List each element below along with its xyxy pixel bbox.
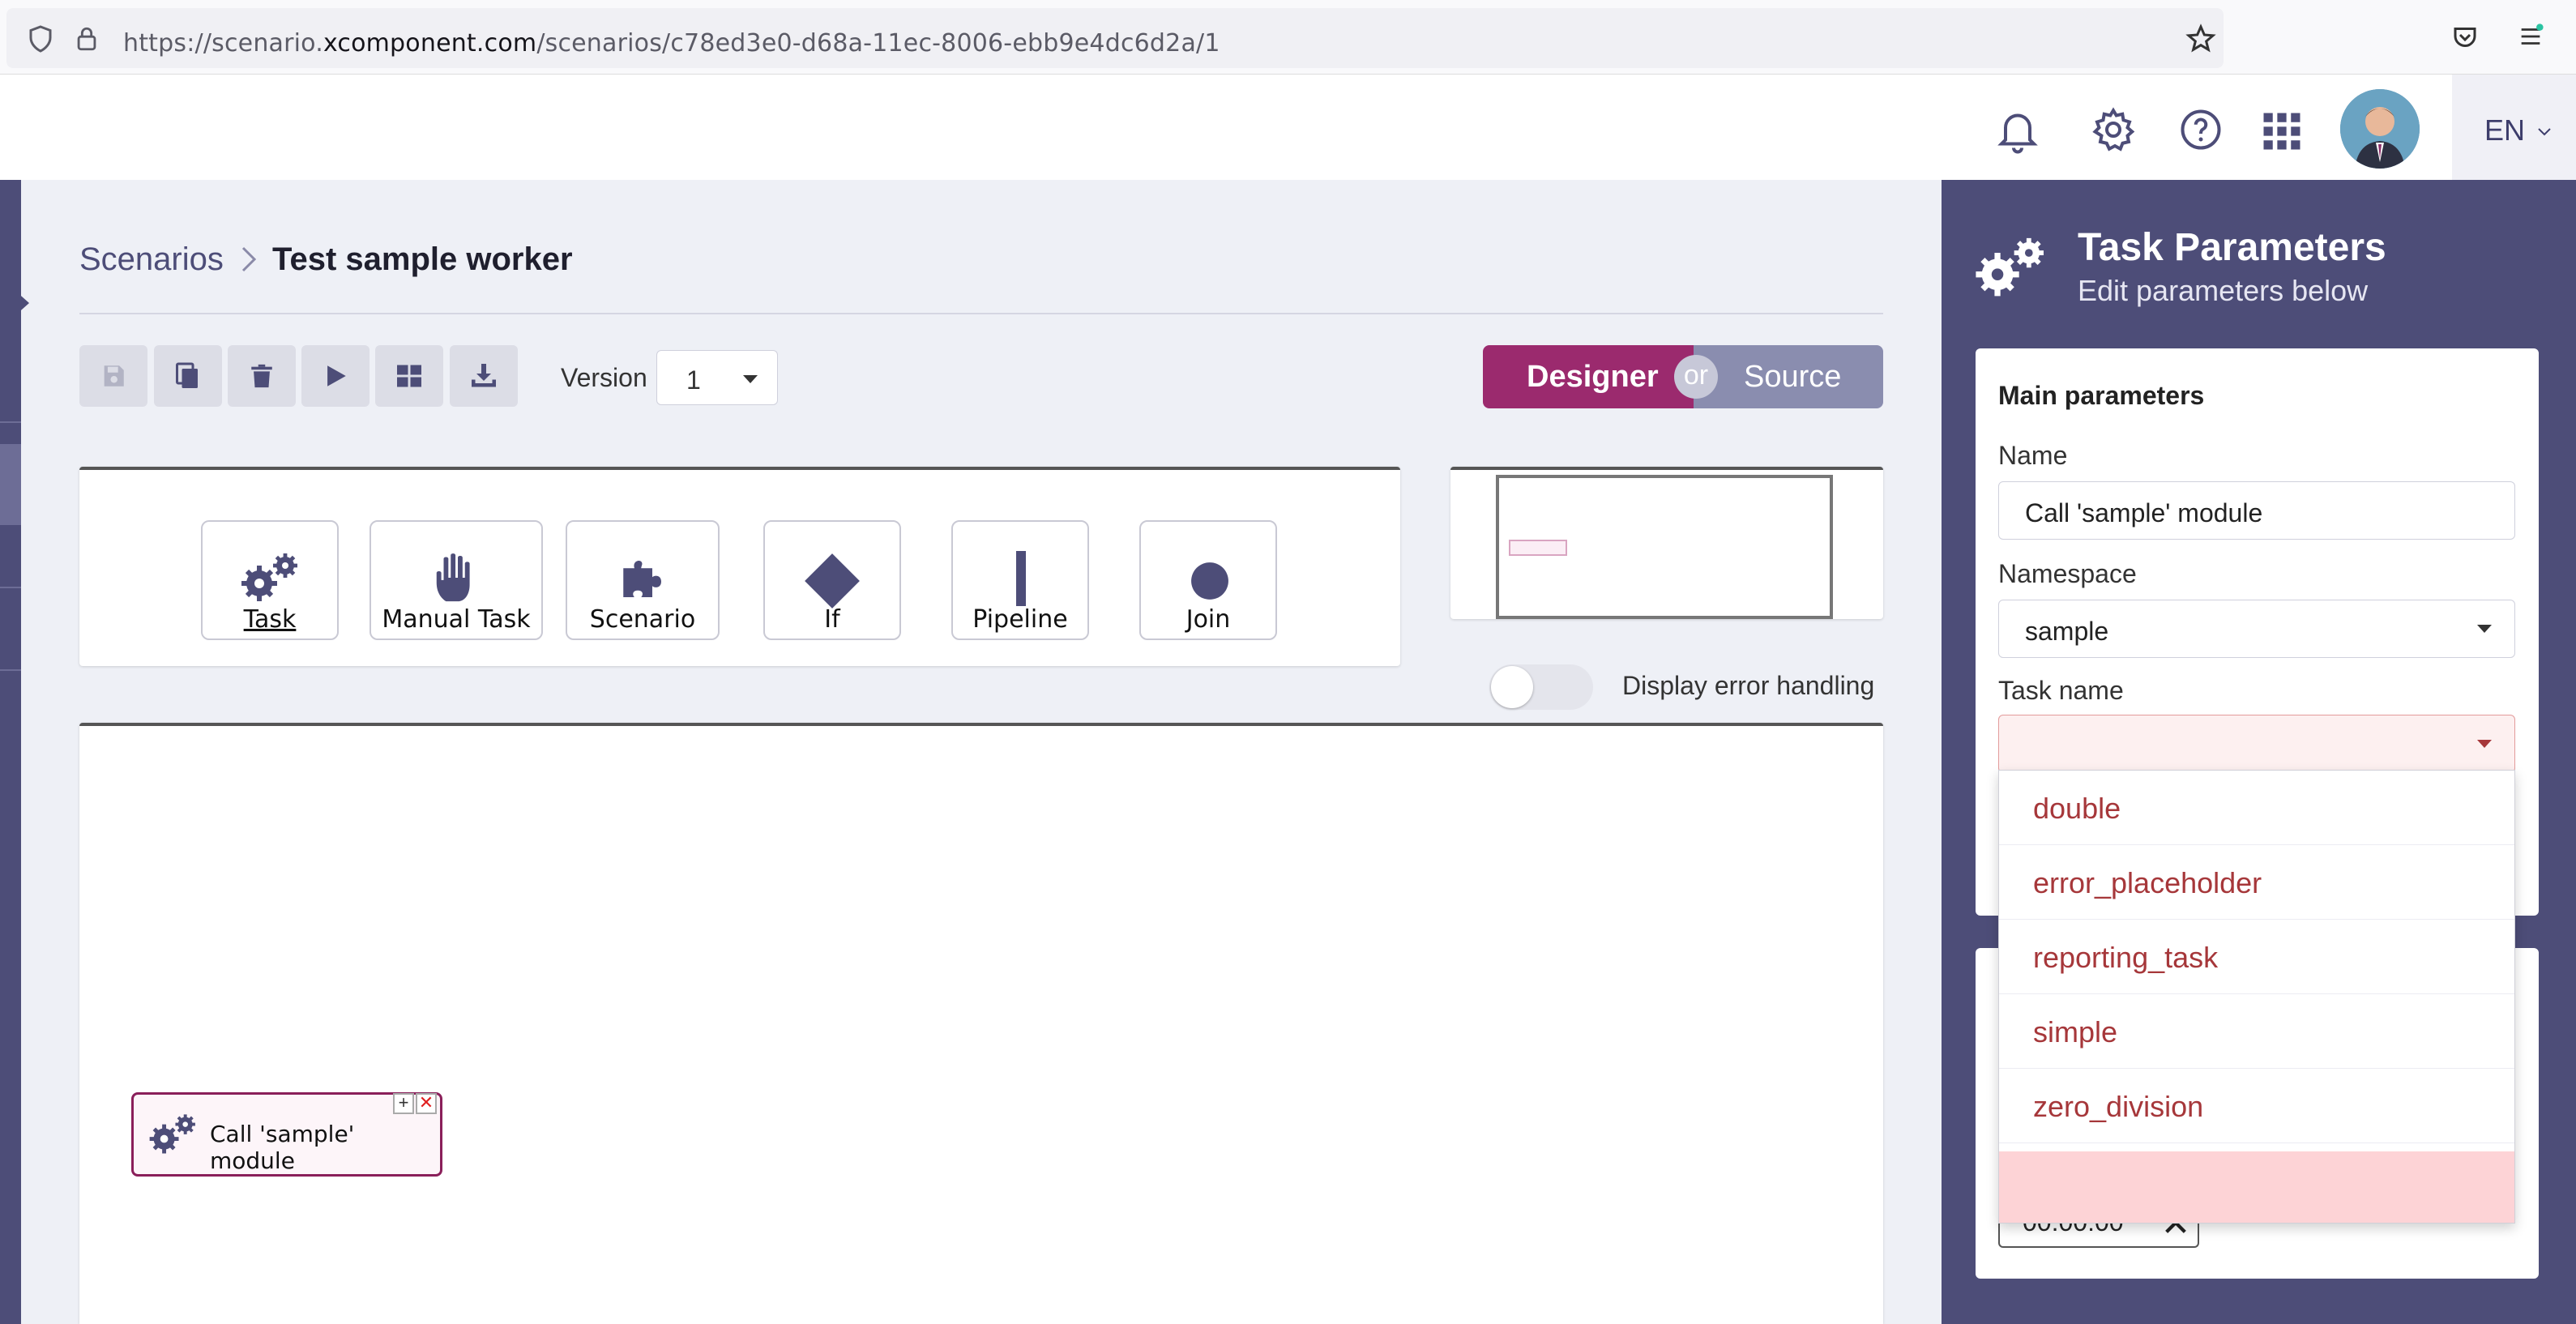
designer-canvas[interactable] (79, 723, 1883, 1324)
caret-down-icon (2477, 625, 2492, 633)
lock-icon (77, 27, 96, 51)
palette-item-task[interactable]: Task (201, 520, 339, 640)
error-handling-label: Display error handling (1622, 671, 1875, 700)
sidebar-divider (0, 421, 21, 423)
version-select[interactable]: 1 (656, 350, 778, 405)
dropdown-option[interactable]: simple (1999, 994, 2514, 1069)
puzzle-icon (623, 560, 661, 597)
sidebar-item-selected[interactable] (0, 444, 21, 525)
panel-subtitle: Edit parameters below (2078, 274, 2369, 307)
hand-icon (436, 553, 470, 602)
or-separator: or (1674, 355, 1718, 399)
divider (79, 313, 1883, 314)
palette-label: Task (243, 605, 297, 634)
source-button[interactable]: Source (1694, 345, 1883, 408)
copy-button[interactable] (154, 345, 222, 407)
download-icon (472, 364, 496, 387)
task-name-dropdown: double error_placeholder reporting_task … (1998, 770, 2515, 1224)
namespace-select[interactable]: sample (1998, 600, 2515, 658)
palette-label: Pipeline (972, 605, 1068, 634)
toggle-knob (1491, 666, 1533, 708)
gears-icon (149, 1114, 195, 1154)
palette-item-pipeline[interactable]: Pipeline (951, 520, 1089, 640)
sidebar-divider (0, 669, 21, 671)
name-label: Name (1998, 441, 2068, 470)
sidebar-divider (0, 504, 21, 506)
palette-item-if[interactable]: If (763, 520, 901, 640)
version-label: Version (561, 363, 647, 392)
component-palette: Task Manual Task Scenario If Pipeline Jo… (79, 467, 1400, 666)
palette-label: If (824, 605, 840, 634)
task-name-select[interactable] (1998, 715, 2515, 773)
node-label: Call 'sample' module (210, 1121, 355, 1174)
diamond-icon (805, 553, 860, 609)
trash-icon (251, 364, 272, 388)
layout-button[interactable] (375, 345, 443, 407)
dropdown-option[interactable]: zero_division (1999, 1069, 2514, 1143)
node-close-icon[interactable]: ✕ (416, 1093, 437, 1114)
dropdown-option[interactable]: error_placeholder (1999, 845, 2514, 920)
menu-icon[interactable] (2517, 23, 2544, 50)
run-button[interactable] (301, 345, 370, 407)
breadcrumb-chevron-icon (241, 246, 257, 272)
language-label: EN (2484, 113, 2526, 147)
play-icon (327, 365, 346, 387)
palette-label: Manual Task (382, 605, 531, 634)
circle-icon (1191, 562, 1228, 600)
pipeline-bar-icon (1016, 551, 1026, 606)
bell-icon[interactable] (1993, 105, 2042, 154)
save-button[interactable] (79, 345, 147, 407)
dropdown-option[interactable]: double (1999, 771, 2514, 845)
node-add-icon[interactable]: + (393, 1093, 414, 1114)
dropdown-option[interactable]: reporting_task (1999, 920, 2514, 994)
page-title: Test sample worker (272, 241, 573, 277)
grid-icon (397, 365, 421, 387)
version-value: 1 (686, 365, 701, 395)
breadcrumb-scenarios[interactable]: Scenarios (79, 241, 224, 278)
left-sidebar (0, 180, 29, 1324)
palette-item-scenario[interactable]: Scenario (566, 520, 720, 640)
gears-icon (1976, 237, 2044, 297)
minimap-node (1509, 540, 1567, 556)
save-icon (104, 365, 124, 387)
help-icon[interactable] (2177, 105, 2225, 154)
palette-item-manual-task[interactable]: Manual Task (370, 520, 543, 640)
chevron-right-icon[interactable] (11, 287, 32, 319)
copy-icon (176, 362, 198, 388)
name-value: Call 'sample' module (2025, 498, 2263, 527)
gear-icon[interactable] (2089, 105, 2138, 154)
bookmark-star-icon[interactable] (2185, 23, 2217, 55)
panel-title: Task Parameters (2078, 226, 2386, 269)
apps-grid-icon[interactable] (2258, 107, 2306, 156)
namespace-label: Namespace (1998, 559, 2137, 588)
designer-button[interactable]: Designer (1483, 345, 1694, 408)
palette-label: Scenario (589, 605, 696, 634)
caret-down-icon (743, 375, 758, 383)
name-field[interactable]: Call 'sample' module (1998, 481, 2515, 540)
caret-down-icon (2477, 740, 2492, 748)
error-handling-toggle[interactable] (1489, 664, 1593, 710)
browser-toolbar: https://scenario.xcomponent.com/scenario… (0, 0, 2576, 75)
url-text: https://scenario.xcomponent.com/scenario… (123, 29, 1220, 58)
language-selector[interactable]: EN (2452, 75, 2576, 180)
palette-label: Join (1185, 605, 1231, 634)
minimap-viewport[interactable] (1496, 475, 1833, 619)
sidebar-divider (0, 587, 21, 588)
shield-icon (29, 25, 52, 53)
task-node[interactable]: Call 'sample' module + ✕ (131, 1092, 442, 1177)
download-button[interactable] (450, 345, 518, 407)
dropdown-highlight (1999, 1151, 2514, 1223)
namespace-value: sample (2025, 617, 2109, 646)
palette-item-join[interactable]: Join (1139, 520, 1277, 640)
task-name-label: Task name (1998, 676, 2124, 705)
address-bar[interactable]: https://scenario.xcomponent.com/scenario… (6, 8, 2224, 68)
chevron-down-icon (2538, 128, 2551, 136)
section-title: Main parameters (1998, 381, 2205, 410)
pocket-icon[interactable] (2450, 23, 2480, 52)
avatar[interactable] (2340, 89, 2420, 169)
minimap[interactable] (1450, 467, 1883, 619)
gears-icon (241, 553, 297, 601)
delete-button[interactable] (228, 345, 296, 407)
